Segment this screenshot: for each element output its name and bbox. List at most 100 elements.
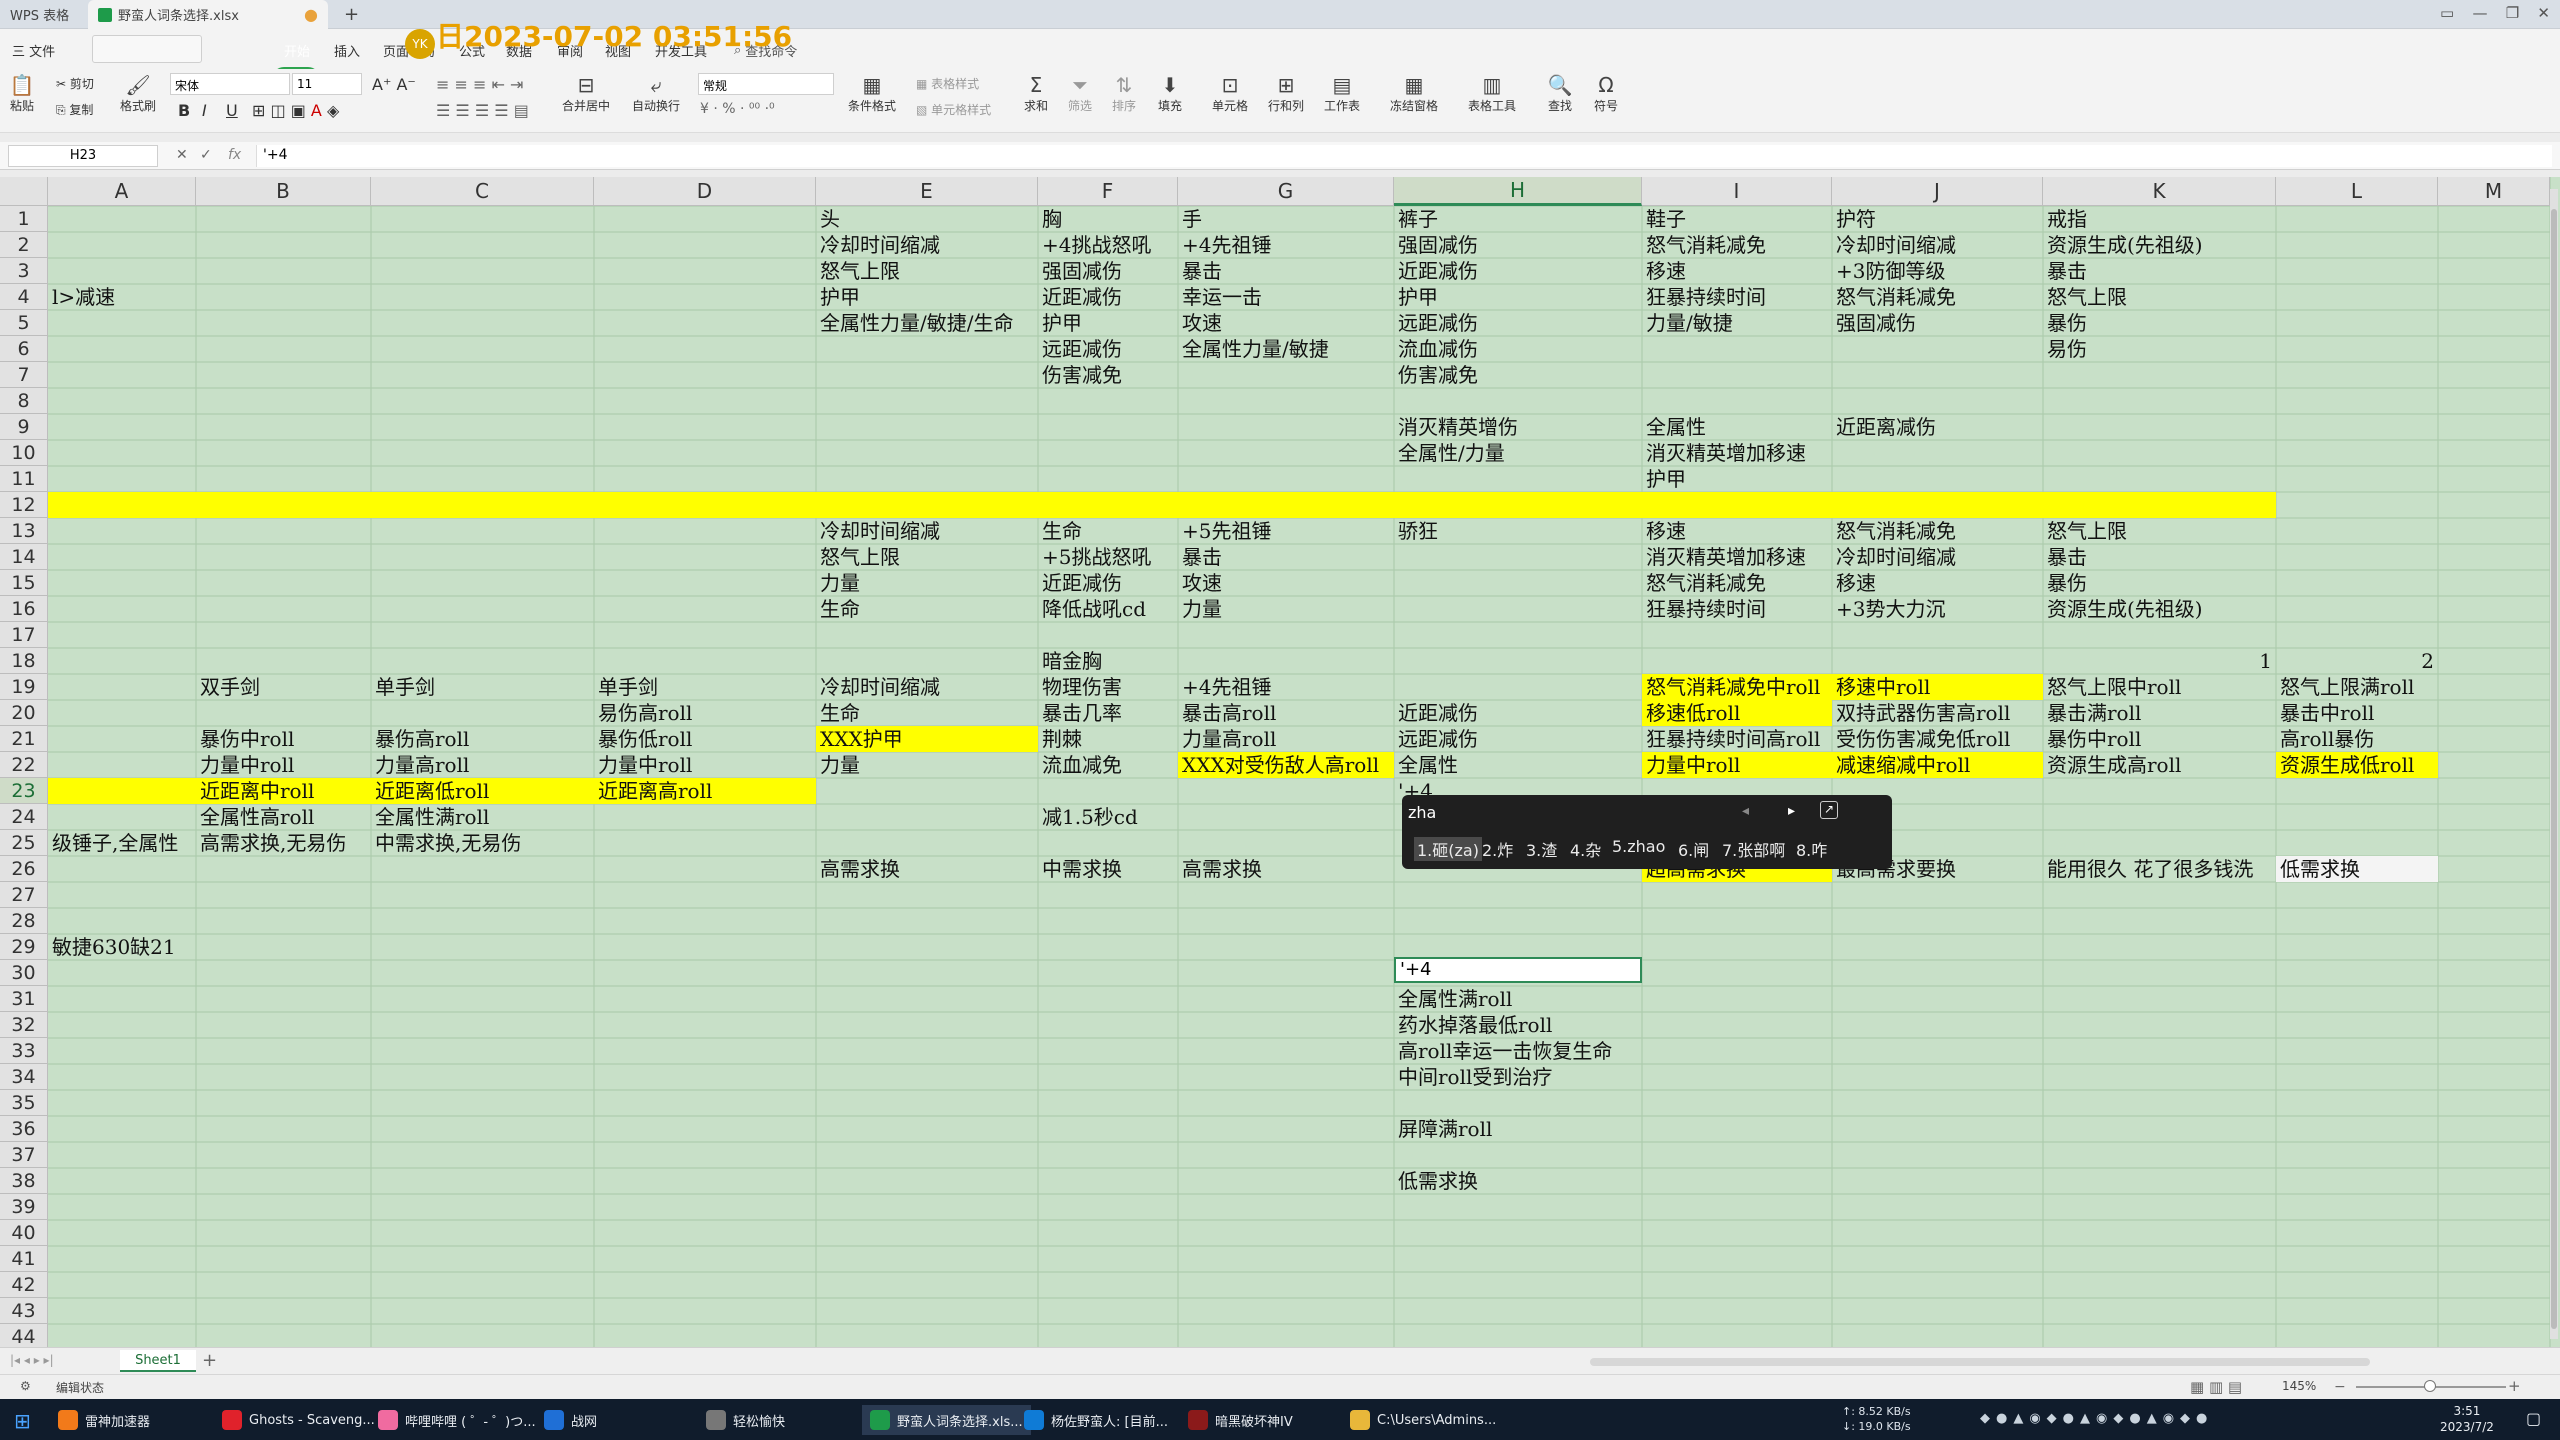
cell-k2[interactable]: 资源生成(先祖级) <box>2043 232 2276 258</box>
cell-g19[interactable]: +4先祖锤 <box>1178 674 1394 700</box>
cell-j9[interactable]: 近距离减伤 <box>1832 414 2043 440</box>
cell-f7[interactable]: 伤害减免 <box>1038 362 1178 388</box>
cell-k26[interactable]: 能用很久 花了很多钱洗 <box>2043 856 2276 882</box>
confirm-icon[interactable]: ✓ <box>200 147 212 163</box>
cell-g26[interactable]: 高需求换 <box>1178 856 1394 882</box>
row-header-18[interactable]: 18 <box>0 648 48 674</box>
cell-k22[interactable]: 资源生成高roll <box>2043 752 2276 778</box>
merge-center-button[interactable]: ⊟ 合并居中 <box>562 73 610 114</box>
ime-candidate-8[interactable]: 8.咋 <box>1796 837 1827 861</box>
ime-candidate-5[interactable]: 5.zhao <box>1612 837 1665 856</box>
ime-candidate-6[interactable]: 6.闸 <box>1678 837 1709 861</box>
user-avatar[interactable]: YK <box>405 29 435 59</box>
row-header-32[interactable]: 32 <box>0 1012 48 1038</box>
taskbar-item-5[interactable]: 轻松愉快 <box>706 1405 785 1435</box>
row-header-29[interactable]: 29 <box>0 934 48 960</box>
column-header-e[interactable]: E <box>816 177 1038 206</box>
cell-i22[interactable]: 力量中roll <box>1642 752 1832 778</box>
cell-style-button[interactable]: ▧ 单元格样式 <box>916 101 991 118</box>
cell-e16[interactable]: 生命 <box>816 596 1038 622</box>
cell-b24[interactable]: 全属性高roll <box>196 804 371 830</box>
taskbar-item-6[interactable]: 野蛮人词条选择.xls... <box>862 1405 1031 1435</box>
cell-f4[interactable]: 近距减伤 <box>1038 284 1178 310</box>
row-header-16[interactable]: 16 <box>0 596 48 622</box>
column-header-b[interactable]: B <box>196 177 371 206</box>
cell-g22[interactable]: XXX对受伤敌人高roll <box>1178 752 1394 778</box>
cell-i2[interactable]: 怒气消耗减免 <box>1642 232 1832 258</box>
cell-f20[interactable]: 暴击几率 <box>1038 700 1178 726</box>
cell-a25[interactable]: 级锤子,全属性 <box>48 830 196 856</box>
cell-k16[interactable]: 资源生成(先祖级) <box>2043 596 2276 622</box>
ime-expand-icon[interactable]: ↗ <box>1820 801 1838 819</box>
cell-d19[interactable]: 单手剑 <box>594 674 816 700</box>
cell-i21[interactable]: 狂暴持续时间高roll <box>1642 726 1832 752</box>
taskbar-item-1[interactable]: 雷神加速器 <box>58 1405 150 1435</box>
cell-f14[interactable]: +5挑战怒吼 <box>1038 544 1178 570</box>
wrap-text-button[interactable]: ⤶ 自动换行 <box>632 73 680 114</box>
row-header-9[interactable]: 9 <box>0 414 48 440</box>
taskbar-item-4[interactable]: 战网 <box>544 1405 597 1435</box>
row-header-8[interactable]: 8 <box>0 388 48 414</box>
cond-format-button[interactable]: ▦ 条件格式 <box>848 73 896 114</box>
notification-icon[interactable]: ▢ <box>2526 1409 2541 1428</box>
cell-i3[interactable]: 移速 <box>1642 258 1832 284</box>
sheet-tab-sheet1[interactable]: Sheet1 <box>120 1350 196 1372</box>
cell-h31[interactable]: 全属性满roll <box>1394 986 1642 1012</box>
row-header-40[interactable]: 40 <box>0 1220 48 1246</box>
ime-candidate-1[interactable]: 1.砸(za) <box>1414 837 1482 861</box>
row-header-10[interactable]: 10 <box>0 440 48 466</box>
row-header-5[interactable]: 5 <box>0 310 48 336</box>
cell-k13[interactable]: 怒气上限 <box>2043 518 2276 544</box>
cell-h32[interactable]: 药水掉落最低roll <box>1394 1012 1642 1038</box>
taskbar-item-9[interactable]: C:\Users\Admins... <box>1350 1405 1496 1435</box>
cell-d20[interactable]: 易伤高roll <box>594 700 816 726</box>
sort-button[interactable]: ⇅ 排序 <box>1112 73 1136 114</box>
row-header-25[interactable]: 25 <box>0 830 48 856</box>
clock[interactable]: 3:51 2023/7/2 <box>2440 1403 2494 1435</box>
border-icon[interactable]: ⊞ ◫ ▣ A ◈ <box>252 101 339 120</box>
cell-c19[interactable]: 单手剑 <box>371 674 594 700</box>
ime-candidate-7[interactable]: 7.张部啊 <box>1722 837 1785 861</box>
column-header-d[interactable]: D <box>594 177 816 206</box>
row-header-15[interactable]: 15 <box>0 570 48 596</box>
ime-candidate-2[interactable]: 2.炸 <box>1482 837 1513 861</box>
cell-e5[interactable]: 全属性力量/敏捷/生命 <box>816 310 1038 336</box>
worksheet-button[interactable]: ▤ 工作表 <box>1324 73 1360 114</box>
cell-k4[interactable]: 怒气上限 <box>2043 284 2276 310</box>
cell-f24[interactable]: 减1.5秒cd <box>1038 804 1178 830</box>
cell-f2[interactable]: +4挑战怒吼 <box>1038 232 1178 258</box>
taskbar-item-7[interactable]: 杨佐野蛮人: [目前... <box>1024 1405 1168 1435</box>
row-header-23[interactable]: 23 <box>0 778 48 804</box>
cell-j2[interactable]: 冷却时间缩减 <box>1832 232 2043 258</box>
cell-b25[interactable]: 高需求换,无易伤 <box>196 830 371 856</box>
column-header-j[interactable]: J <box>1832 177 2043 206</box>
file-tab[interactable]: 野蛮人词条选择.xlsx ● <box>88 0 328 29</box>
taskbar-item-8[interactable]: 暗黑破坏神IV <box>1188 1405 1293 1435</box>
wps-app-tab[interactable]: WPS 表格 <box>0 0 82 29</box>
column-header-i[interactable]: I <box>1642 177 1832 206</box>
close-icon[interactable]: ✕ <box>2537 4 2550 24</box>
cell-i4[interactable]: 狂暴持续时间 <box>1642 284 1832 310</box>
symbol-button[interactable]: Ω 符号 <box>1594 73 1618 114</box>
cell-d22[interactable]: 力量中roll <box>594 752 816 778</box>
cell-f5[interactable]: 护甲 <box>1038 310 1178 336</box>
cell-i14[interactable]: 消灭精英增加移速 <box>1642 544 1832 570</box>
cell-g5[interactable]: 攻速 <box>1178 310 1394 336</box>
row-header-7[interactable]: 7 <box>0 362 48 388</box>
row-header-12[interactable]: 12 <box>0 492 48 518</box>
zoom-slider-thumb[interactable] <box>2424 1380 2436 1392</box>
cell-f1[interactable]: 胸 <box>1038 206 1178 232</box>
column-header-l[interactable]: L <box>2276 177 2438 206</box>
cell-k19[interactable]: 怒气上限中roll <box>2043 674 2276 700</box>
cell-c21[interactable]: 暴伤高roll <box>371 726 594 752</box>
add-sheet-button[interactable]: + <box>202 1350 217 1371</box>
select-all-corner[interactable] <box>0 177 48 206</box>
ime-next-icon[interactable]: ▸ <box>1788 803 1795 819</box>
cell-j15[interactable]: 移速 <box>1832 570 2043 596</box>
cell-e19[interactable]: 冷却时间缩减 <box>816 674 1038 700</box>
column-header-c[interactable]: C <box>371 177 594 206</box>
minimize-icon[interactable]: — <box>2472 4 2487 24</box>
cell-h3[interactable]: 近距减伤 <box>1394 258 1642 284</box>
increase-font-icon[interactable]: A⁺ A⁻ <box>372 75 416 94</box>
row-header-2[interactable]: 2 <box>0 232 48 258</box>
